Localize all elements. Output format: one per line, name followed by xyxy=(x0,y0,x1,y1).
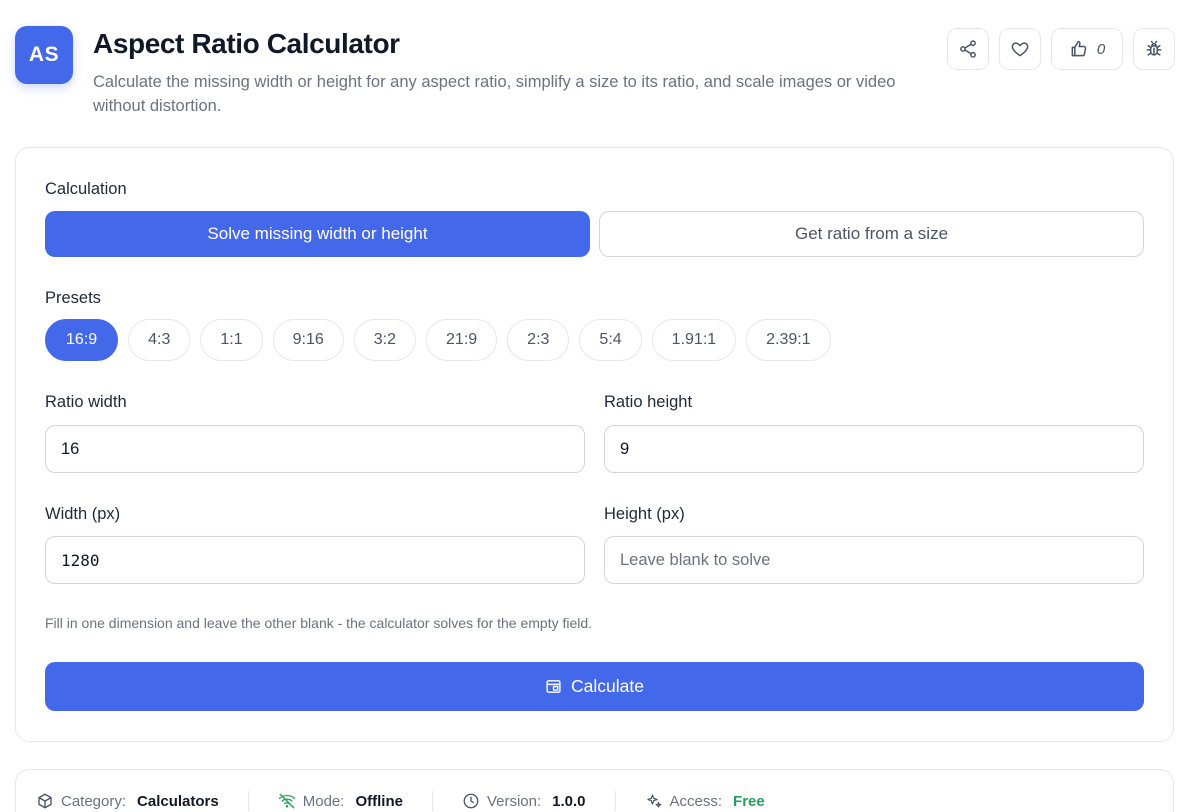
calculator-icon xyxy=(546,680,561,693)
share-button[interactable] xyxy=(947,28,989,70)
calculate-button[interactable]: Calculate xyxy=(45,662,1144,711)
header-actions: 0 xyxy=(947,28,1175,70)
preset-2-39-1[interactable]: 2.39:1 xyxy=(746,319,831,361)
height-px-input[interactable] xyxy=(604,536,1144,584)
preset-list: 16:9 4:3 1:1 9:16 3:2 21:9 2:3 5:4 1.91:… xyxy=(45,319,831,361)
info-version: Version: 1.0.0 xyxy=(462,792,586,810)
mode-value: Offline xyxy=(355,792,403,810)
preset-2-3[interactable]: 2:3 xyxy=(507,319,570,361)
calculation-label: Calculation xyxy=(45,180,127,198)
like-button[interactable]: 0 xyxy=(1051,28,1123,70)
preset-16-9[interactable]: 16:9 xyxy=(45,319,119,361)
info-mode: Mode: Offline xyxy=(278,792,403,810)
height-px-label: Height (px) xyxy=(604,505,685,523)
bug-icon xyxy=(1146,40,1162,56)
info-category: Category: Calculators xyxy=(36,792,219,810)
favorite-button[interactable] xyxy=(999,28,1041,70)
preset-5-4[interactable]: 5:4 xyxy=(579,319,642,361)
ratio-height-label: Ratio height xyxy=(604,393,693,411)
preset-1-91-1[interactable]: 1.91:1 xyxy=(651,319,737,361)
version-value: 1.0.0 xyxy=(552,792,586,810)
report-bug-button[interactable] xyxy=(1133,28,1175,70)
preset-21-9[interactable]: 21:9 xyxy=(426,319,498,361)
tool-info-bar: Category: Calculators Mode: Offline Vers… xyxy=(15,769,1174,812)
page-subtitle: Calculate the missing width or height fo… xyxy=(93,73,896,115)
divider xyxy=(247,791,249,811)
page-title: Aspect Ratio Calculator xyxy=(93,28,400,59)
cube-icon xyxy=(38,793,52,809)
width-px-label: Width (px) xyxy=(45,505,121,523)
app-logo: AS xyxy=(15,26,73,84)
mode-solve-missing-button[interactable]: Solve missing width or height xyxy=(45,211,590,257)
version-label: Version: xyxy=(486,792,542,810)
ratio-height-input[interactable] xyxy=(604,425,1144,473)
heart-icon xyxy=(1011,42,1029,57)
ratio-width-input[interactable] xyxy=(45,425,585,473)
preset-4-3[interactable]: 4:3 xyxy=(128,319,191,361)
preset-1-1[interactable]: 1:1 xyxy=(200,319,263,361)
category-label: Category: xyxy=(61,792,127,810)
calculator-card: Calculation Solve missing width or heigh… xyxy=(15,147,1174,742)
page-header: AS Aspect Ratio Calculator Calculate the… xyxy=(15,26,1175,126)
preset-3-2[interactable]: 3:2 xyxy=(353,319,417,361)
wifi-off-icon xyxy=(278,793,295,809)
helper-hint: Fill in one dimension and leave the othe… xyxy=(45,615,593,631)
mode-label: Mode: xyxy=(302,792,345,810)
divider xyxy=(431,791,433,811)
divider xyxy=(614,791,616,811)
presets-label: Presets xyxy=(45,289,101,307)
thumbs-up-icon xyxy=(1071,40,1087,57)
calculate-button-label: Calculate xyxy=(571,676,644,696)
share-icon xyxy=(960,40,976,58)
preset-9-16[interactable]: 9:16 xyxy=(272,319,344,361)
category-value: Calculators xyxy=(137,792,219,810)
mode-get-ratio-button[interactable]: Get ratio from a size xyxy=(599,211,1144,257)
info-access: Access: Free xyxy=(645,792,765,810)
like-count: 0 xyxy=(1096,40,1106,58)
access-value: Free xyxy=(733,792,765,810)
sparkles-icon xyxy=(646,794,661,808)
width-px-input[interactable] xyxy=(45,536,585,584)
clock-icon xyxy=(463,793,479,809)
ratio-width-label: Ratio width xyxy=(45,393,127,411)
access-label: Access: xyxy=(669,792,723,810)
